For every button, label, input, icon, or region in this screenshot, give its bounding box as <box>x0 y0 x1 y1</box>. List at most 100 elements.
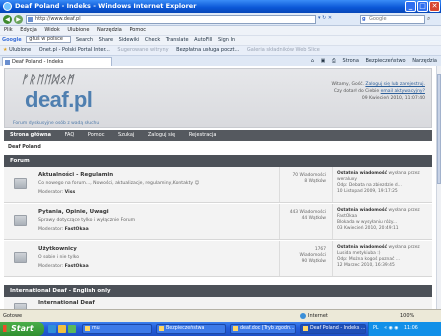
google-search-button[interactable]: Search <box>76 37 93 43</box>
nav-faq[interactable]: FAQ <box>65 132 75 138</box>
security-zone: Internet <box>300 310 328 322</box>
zoom-level[interactable]: 100% <box>400 310 414 322</box>
address-url: http://www.deaf.pl <box>35 16 81 22</box>
task-icon <box>303 326 308 331</box>
forward-arrow-icon[interactable]: ▶ <box>14 15 23 24</box>
forum-navbar: Strona główna FAQ Pomoc Szukaj Zaloguj s… <box>4 130 432 141</box>
title-bar: Deaf Poland - Indeks - Windows Internet … <box>0 0 441 13</box>
favorites-label: Ulubione <box>9 47 32 53</box>
address-actions[interactable]: ▾ ↻ ✕ <box>318 15 332 21</box>
favorite-mail[interactable]: Bezpłatna usługa poczt... <box>176 47 239 53</box>
status-bar: Gotowe Internet 100% <box>0 309 441 322</box>
login-register-link[interactable]: Zaloguj się lub zarejestruj. <box>365 82 425 87</box>
tools-menu[interactable]: Narzędzia <box>412 58 437 64</box>
forum-stats: 1767 Wiadomości 90 Wątków <box>279 241 329 276</box>
menu-tools[interactable]: Narzędzia <box>97 27 122 33</box>
moderator-link[interactable]: FastOkaa <box>65 227 89 232</box>
forum-last-post: Ostatnia wiadomość wysłana przez weralux… <box>332 167 432 202</box>
forum-row: Użytkownicy O sobie i nie tylko Moderato… <box>4 241 432 277</box>
favorite-web-slice[interactable]: Galeria składników Web Slice <box>247 47 320 53</box>
forum-icon <box>14 252 27 263</box>
moderator-link[interactable]: Viss <box>65 190 76 195</box>
favorite-suggested-sites[interactable]: Sugerowane witryny <box>117 47 168 53</box>
current-date: 09 Kwiecień 2010, 11:07:40 <box>361 96 425 101</box>
google-sidewiki-button[interactable]: Sidewiki <box>119 37 140 43</box>
system-tray: PL « ◉ ◉ 11:06 <box>368 322 441 336</box>
activation-link[interactable]: email aktywacyjny? <box>381 89 425 94</box>
windows-flag-icon <box>3 325 10 332</box>
home-icon[interactable]: ⌂ <box>311 58 314 64</box>
google-share-button[interactable]: Share <box>99 37 113 43</box>
minimize-button[interactable]: _ <box>405 1 416 12</box>
menu-bar: Plik Edycja Widok Ulubione Narzędzia Pom… <box>0 26 441 35</box>
page-menu[interactable]: Strona <box>343 58 359 64</box>
taskbar-item-active[interactable]: Deaf Poland - Indeks ... <box>300 324 366 334</box>
forum-moderator: Moderator: FastOkaa <box>38 264 89 269</box>
search-go-icon[interactable]: ⌕ <box>427 15 430 23</box>
menu-favorites[interactable]: Ulubione <box>67 27 89 33</box>
taskbar-item[interactable]: deaf.doc [Tryb zgodn... <box>230 324 296 334</box>
forum-title[interactable]: Pytania, Opinie, Uwagi <box>38 209 109 215</box>
google-signin-button[interactable]: Sign In <box>218 37 235 43</box>
google-translate-button[interactable]: Translate <box>166 37 189 43</box>
favorite-onet[interactable]: Onet.pl - Polski Portal Inter... <box>39 47 110 53</box>
search-placeholder: Google <box>369 16 387 22</box>
section-header-forum[interactable]: Forum <box>4 155 432 167</box>
menu-view[interactable]: Widok <box>44 27 59 33</box>
favorites-button[interactable]: ★ Ulubione <box>3 47 31 53</box>
address-bar[interactable]: http://www.deaf.pl <box>26 15 316 24</box>
google-check-button[interactable]: Check <box>145 37 160 43</box>
start-button[interactable]: Start <box>0 322 44 336</box>
browser-window: Deaf Poland - Indeks - Windows Internet … <box>0 0 441 336</box>
ie-logo-icon <box>3 2 12 11</box>
language-indicator[interactable]: PL <box>373 326 379 331</box>
safety-menu[interactable]: Bezpieczeństwo <box>365 58 405 64</box>
maximize-button[interactable]: □ <box>417 1 428 12</box>
command-bar: ⌂ ▣ ⎙ Strona Bezpieczeństwo Narzędzia <box>306 57 437 66</box>
moderator-link[interactable]: FastOkaa <box>65 264 89 269</box>
google-query-input[interactable]: głuś w polsce <box>26 36 72 43</box>
menu-help[interactable]: Pomoc <box>129 27 146 33</box>
google-search-icon: g <box>362 16 366 22</box>
feeds-icon[interactable]: ▣ <box>321 58 326 64</box>
nav-register[interactable]: Rejestracja <box>189 132 217 138</box>
nav-login[interactable]: Zaloguj się <box>148 132 175 138</box>
close-button[interactable]: ✕ <box>429 1 440 12</box>
taskbar: Start mu Bezpieczeństwa deaf.doc [Tryb z… <box>0 322 441 336</box>
taskbar-item[interactable]: mu <box>82 324 152 334</box>
status-text: Gotowe <box>3 313 23 319</box>
back-arrow-icon[interactable]: ◀ <box>3 15 12 24</box>
site-logo[interactable]: deaf.pl <box>25 87 93 113</box>
site-tagline: Forum dyskusyjne osób z wadą słuchu <box>13 121 100 126</box>
forum-title[interactable]: Aktualności - Regulamin <box>38 172 113 178</box>
task-icon <box>85 326 90 331</box>
ie-quicklaunch-icon[interactable] <box>48 325 56 333</box>
vertical-scrollbar[interactable] <box>436 66 441 309</box>
nav-help[interactable]: Pomoc <box>88 132 105 138</box>
scrollbar-thumb[interactable] <box>437 74 441 184</box>
forum-title[interactable]: Użytkownicy <box>38 246 77 252</box>
forum-title[interactable]: International Deaf <box>38 300 95 306</box>
forum-icon <box>14 215 27 226</box>
logo-decoration: ᚠᚱᛖᛖᛞᛟᛗ <box>21 73 75 86</box>
favorites-bar: ★ Ulubione Onet.pl - Polski Portal Inter… <box>0 45 441 55</box>
taskbar-item[interactable]: Bezpieczeństwa <box>156 324 226 334</box>
forum-last-post: Ostatnia wiadomość wysłana przez Lusida … <box>332 241 432 276</box>
google-autofill-button[interactable]: AutoFill <box>194 37 212 43</box>
search-box[interactable]: g Google <box>360 15 425 24</box>
media-quicklaunch-icon[interactable] <box>68 325 76 333</box>
forum-moderator: Moderator: Viss <box>38 190 76 195</box>
nav-home[interactable]: Strona główna <box>10 132 51 138</box>
breadcrumb[interactable]: Deaf Poland <box>8 145 41 150</box>
forum-description: O sobie i nie tylko <box>38 255 80 260</box>
menu-file[interactable]: Plik <box>4 27 13 33</box>
tray-icons[interactable]: « ◉ ◉ <box>384 326 398 331</box>
folder-quicklaunch-icon[interactable] <box>58 325 66 333</box>
print-icon[interactable]: ⎙ <box>332 58 336 64</box>
forum-stats: 443 Wiadomości 44 Wątków <box>279 204 329 239</box>
forum-row: Aktualności - Regulamin Co nowego na for… <box>4 167 432 203</box>
section-header-international[interactable]: International Deaf - English only <box>4 285 432 297</box>
nav-search[interactable]: Szukaj <box>118 132 134 138</box>
address-row: ◀ ▶ http://www.deaf.pl ▾ ↻ ✕ g Google ⌕ <box>0 13 441 26</box>
menu-edit[interactable]: Edycja <box>20 27 37 33</box>
